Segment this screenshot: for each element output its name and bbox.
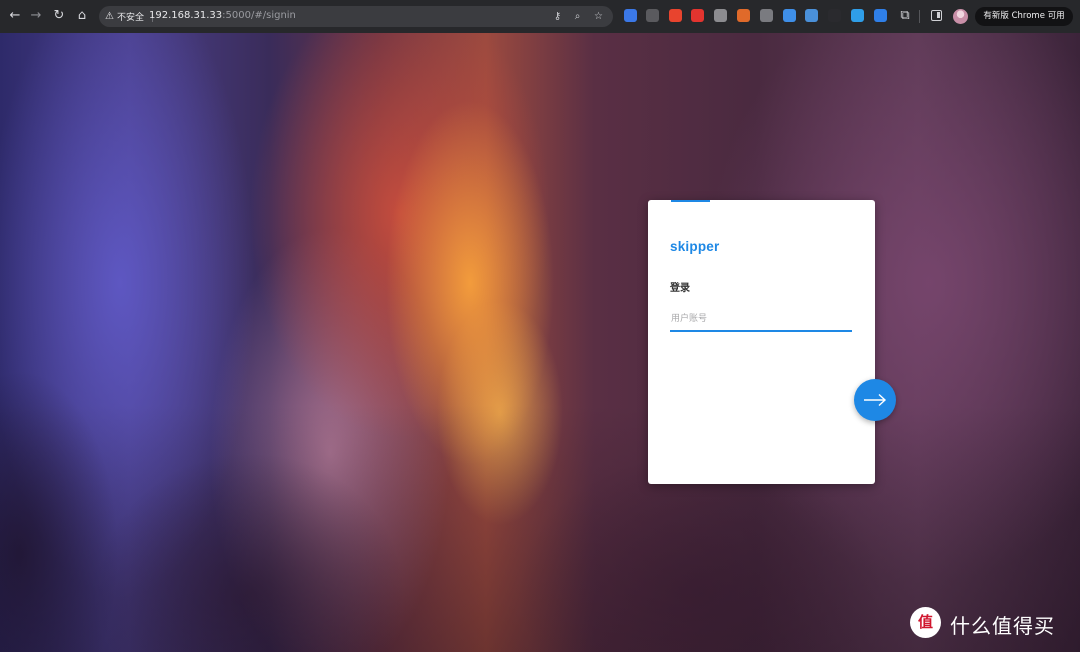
mask-extension-icon[interactable] [669, 9, 682, 22]
security-label: 不安全 [116, 13, 144, 23]
watermark-text: 什么值得买 [950, 614, 1055, 638]
url-text[interactable]: 192.168.31.33:5000/#/signin [149, 10, 296, 21]
translate-extension-icon[interactable] [624, 9, 637, 22]
submit-button[interactable] [854, 379, 896, 421]
home-icon[interactable]: ⌂ [74, 8, 90, 24]
watermark-badge: 值 [910, 607, 941, 638]
login-title: 登录 [670, 283, 690, 294]
address-bar[interactable]: ⚠ 不安全 192.168.31.33:5000/#/signin ⚷ ⌕ ☆ [99, 6, 613, 27]
profile-avatar[interactable] [953, 9, 968, 24]
puzzle-icon[interactable]: ⧉ [897, 8, 913, 24]
update-chrome-button[interactable]: 有新版 Chrome 可用 [975, 7, 1073, 26]
browser-toolbar: ← → ↻ ⌂ ⚠ 不安全 192.168.31.33:5000/#/signi… [0, 0, 1080, 33]
reload-icon[interactable]: ↻ [51, 8, 67, 24]
side-panel-icon[interactable] [931, 10, 942, 21]
page-viewport: skipper 登录 值 什么值得买 [0, 33, 1080, 652]
back-icon[interactable]: ← [7, 8, 23, 24]
image-extension-icon[interactable] [714, 9, 727, 22]
zoom-icon[interactable]: ⌕ [571, 10, 584, 23]
dark-extension-icon[interactable] [828, 9, 841, 22]
password-key-icon[interactable]: ⚷ [551, 10, 564, 23]
card-extension-icon[interactable] [760, 9, 773, 22]
s-extension-icon[interactable] [805, 9, 818, 22]
url-path: :5000/#/signin [222, 10, 296, 21]
canyon-wallpaper [0, 33, 1080, 652]
bookmark-star-icon[interactable]: ☆ [592, 10, 605, 23]
arrow-right-icon [864, 393, 887, 407]
toolbar-divider [919, 10, 920, 23]
glasses-extension-icon[interactable] [646, 9, 659, 22]
security-indicator[interactable]: ⚠ 不安全 [105, 9, 153, 24]
red-extension-icon[interactable] [691, 9, 704, 22]
forward-icon[interactable]: → [28, 8, 44, 24]
fox-extension-icon[interactable] [737, 9, 750, 22]
warning-icon: ⚠ [105, 11, 114, 22]
login-card: skipper 登录 [648, 200, 875, 484]
square-extension-icon[interactable] [874, 9, 887, 22]
brand-name: skipper [670, 239, 720, 254]
blue-extension-icon[interactable] [783, 9, 796, 22]
cat-extension-icon[interactable] [851, 9, 864, 22]
card-accent-bar [671, 200, 710, 202]
url-host: 192.168.31.33 [149, 10, 223, 21]
username-input[interactable] [670, 308, 852, 332]
